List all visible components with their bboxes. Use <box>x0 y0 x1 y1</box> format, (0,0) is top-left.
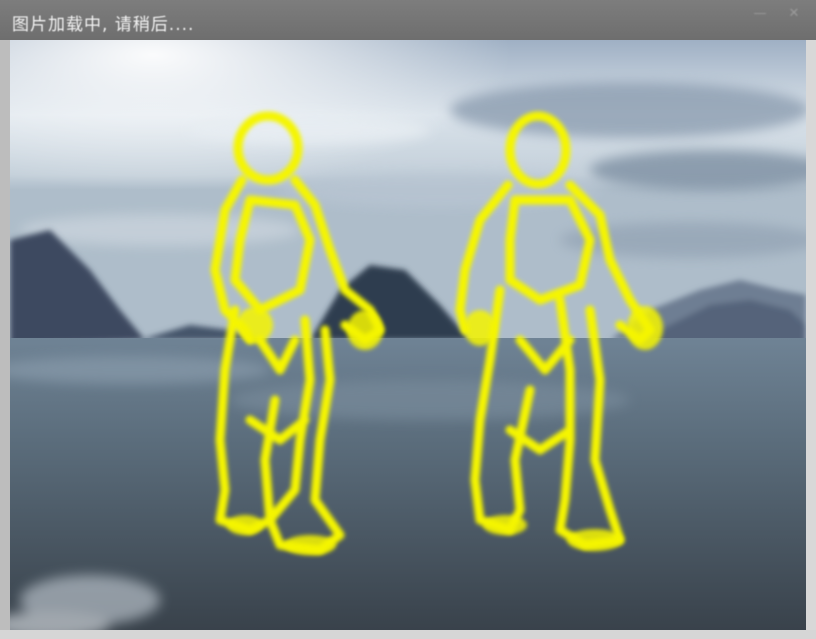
minimize-icon[interactable]: — <box>752 6 768 22</box>
bottom-frame <box>0 630 816 639</box>
loading-image <box>10 40 806 630</box>
scene-image <box>10 40 806 630</box>
title-bar[interactable]: 图片加载中, 请稍后.... — ✕ <box>0 0 816 40</box>
app-window: 图片加载中, 请稍后.... — ✕ <box>0 0 816 639</box>
window-controls: — ✕ <box>752 6 802 22</box>
window-title: 图片加载中, 请稍后.... <box>12 15 195 35</box>
close-icon[interactable]: ✕ <box>786 6 802 22</box>
right-frame <box>806 40 816 639</box>
left-frame <box>0 40 10 639</box>
